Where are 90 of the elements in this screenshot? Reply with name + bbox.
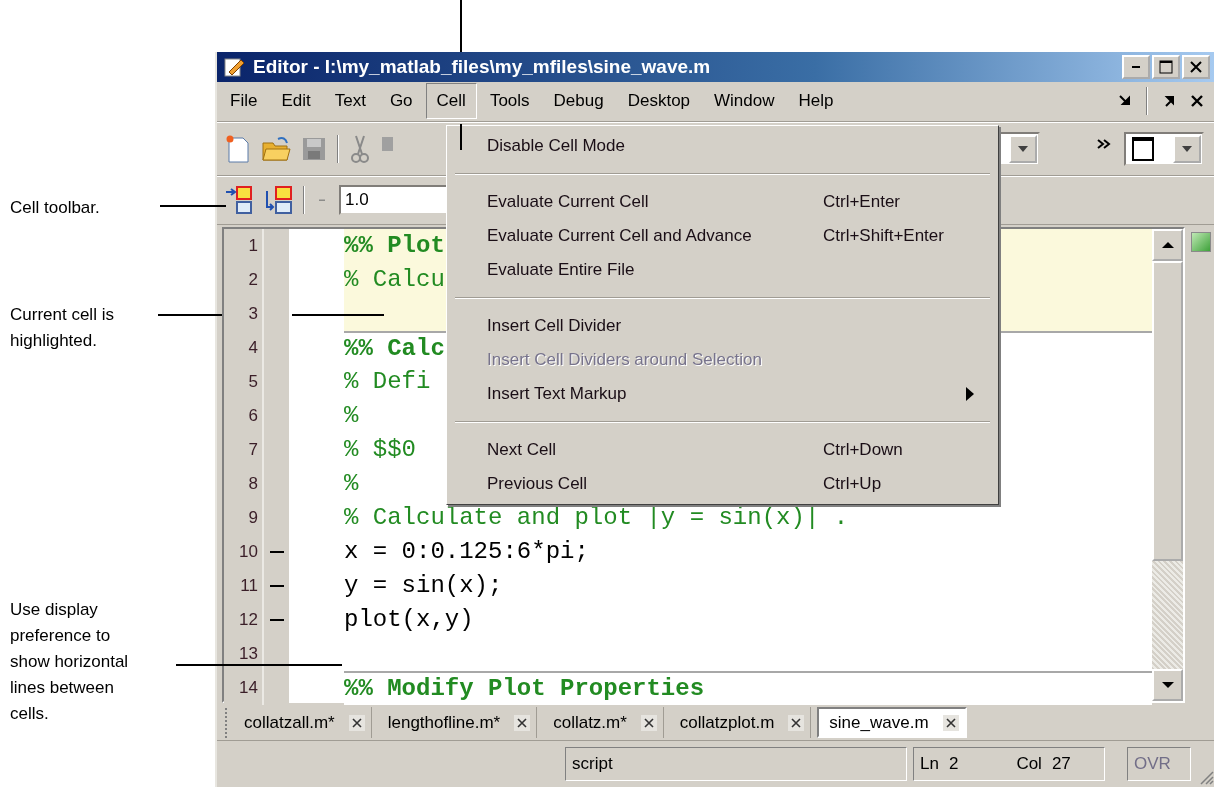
save-icon[interactable] (301, 135, 327, 162)
scrollbar[interactable] (1152, 229, 1183, 702)
menu-item[interactable]: Edit (270, 83, 322, 120)
menu-item[interactable]: Help (787, 83, 845, 120)
menu-item[interactable]: Tools (478, 83, 541, 120)
line-number: 5 (224, 365, 264, 400)
pencil-document-icon (223, 55, 245, 78)
menu-item[interactable]: Cell (425, 83, 477, 120)
dock-arrow-icon[interactable] (1162, 94, 1176, 109)
close-button[interactable] (1182, 54, 1210, 79)
line-number: 4 (224, 331, 264, 366)
open-folder-icon[interactable] (261, 134, 291, 163)
close-icon (791, 717, 802, 728)
overwrite-indicator: OVR (1127, 747, 1191, 782)
tab-label: sine_wave.m (829, 712, 929, 733)
cell-advance-icon[interactable] (263, 185, 293, 216)
callout-text: Use display preference to show horizontal lines between cells. (10, 599, 130, 725)
leader-line (160, 205, 226, 207)
line-number: 2 (224, 263, 264, 298)
window-title: Editor - I:\my_matlab_files\my_mfiles\sine_wave.m (253, 55, 711, 78)
double-chevron-icon[interactable] (1096, 137, 1112, 150)
column-label: Col (1016, 754, 1042, 775)
leader-line (158, 314, 222, 316)
tab-label: collatz.m* (553, 712, 627, 733)
menu-item[interactable]: Next Cell Ctrl+Down (449, 433, 996, 467)
tab-close-button[interactable] (942, 714, 959, 731)
callout-text: Cell toolbar. (10, 197, 101, 219)
callout-text: Current cell is highlighted. (10, 304, 115, 352)
close-icon[interactable] (1190, 94, 1204, 109)
dropdown[interactable] (1124, 131, 1204, 166)
close-icon (517, 717, 528, 728)
caret-icon (1181, 144, 1193, 153)
down-arrow-icon (1160, 681, 1175, 690)
line-number: 8 (224, 467, 264, 502)
menu-item[interactable]: Previous Cell Ctrl+Up (449, 467, 996, 501)
close-icon (643, 717, 654, 728)
shortcut-label: Ctrl+Enter (823, 192, 901, 212)
menu-item[interactable]: Go (378, 83, 424, 120)
menu-item[interactable]: Debug (542, 83, 615, 120)
file-tab[interactable]: sine_wave.m (817, 707, 967, 739)
maximize-button[interactable] (1152, 54, 1180, 79)
column-value: 27 (1051, 754, 1071, 775)
leader-line (460, 0, 462, 52)
shortcut-label: Ctrl+Down (823, 440, 904, 460)
close-icon (351, 717, 362, 728)
close-icon (945, 717, 956, 728)
menu-item[interactable]: Window (703, 83, 786, 120)
line-number: 1 (224, 229, 264, 264)
tab-label: lengthofline.m* (387, 712, 501, 733)
scroll-down-button[interactable] (1152, 669, 1183, 702)
menu-item[interactable]: Text (323, 83, 377, 120)
status-indicator (1191, 232, 1211, 253)
line-number: 11 (224, 569, 264, 604)
scroll-up-button[interactable] (1152, 229, 1183, 262)
gripper[interactable] (224, 707, 228, 739)
menu-item[interactable]: Disable Cell Mode (449, 129, 996, 163)
line-value: 2 (948, 754, 959, 775)
shortcut-label: Ctrl+Up (823, 474, 883, 494)
minimize-icon (1132, 65, 1140, 68)
up-arrow-icon (1160, 241, 1175, 250)
resize-grip-icon[interactable] (1198, 769, 1214, 785)
tab-close-button[interactable] (788, 714, 805, 731)
line-label: Ln (920, 754, 939, 775)
tab-label: collatzplot.m (679, 712, 775, 733)
menu-item[interactable]: File (219, 83, 269, 120)
shortcut-label: Ctrl+Shift+Enter (823, 226, 945, 246)
close-icon (1190, 60, 1202, 73)
caret-icon (1017, 144, 1029, 153)
cell-evaluate-icon[interactable] (225, 185, 253, 216)
line-number: 3 (224, 297, 264, 332)
leader-line (460, 124, 462, 150)
tab-close-button[interactable] (514, 714, 531, 731)
menu-item[interactable]: Desktop (616, 83, 702, 120)
line-number: 13 (224, 637, 264, 672)
mode-field: script (565, 747, 907, 782)
submenu-arrow-icon (966, 387, 974, 401)
minimize-button[interactable] (1122, 54, 1150, 79)
tab-close-button[interactable] (640, 714, 657, 731)
line-number: 12 (224, 603, 264, 638)
scroll-thumb[interactable] (1152, 261, 1183, 562)
line-number: 7 (224, 433, 264, 468)
line-number: 14 (224, 671, 264, 706)
new-file-icon[interactable] (225, 133, 251, 164)
window-icon (1132, 136, 1154, 161)
maximize-icon (1159, 59, 1173, 74)
line-number: 9 (224, 501, 264, 536)
line-number: 10 (224, 535, 264, 570)
tab-label: collatzall.m* (244, 712, 335, 733)
tab-close-button[interactable] (348, 714, 365, 731)
line-number: 6 (224, 399, 264, 434)
